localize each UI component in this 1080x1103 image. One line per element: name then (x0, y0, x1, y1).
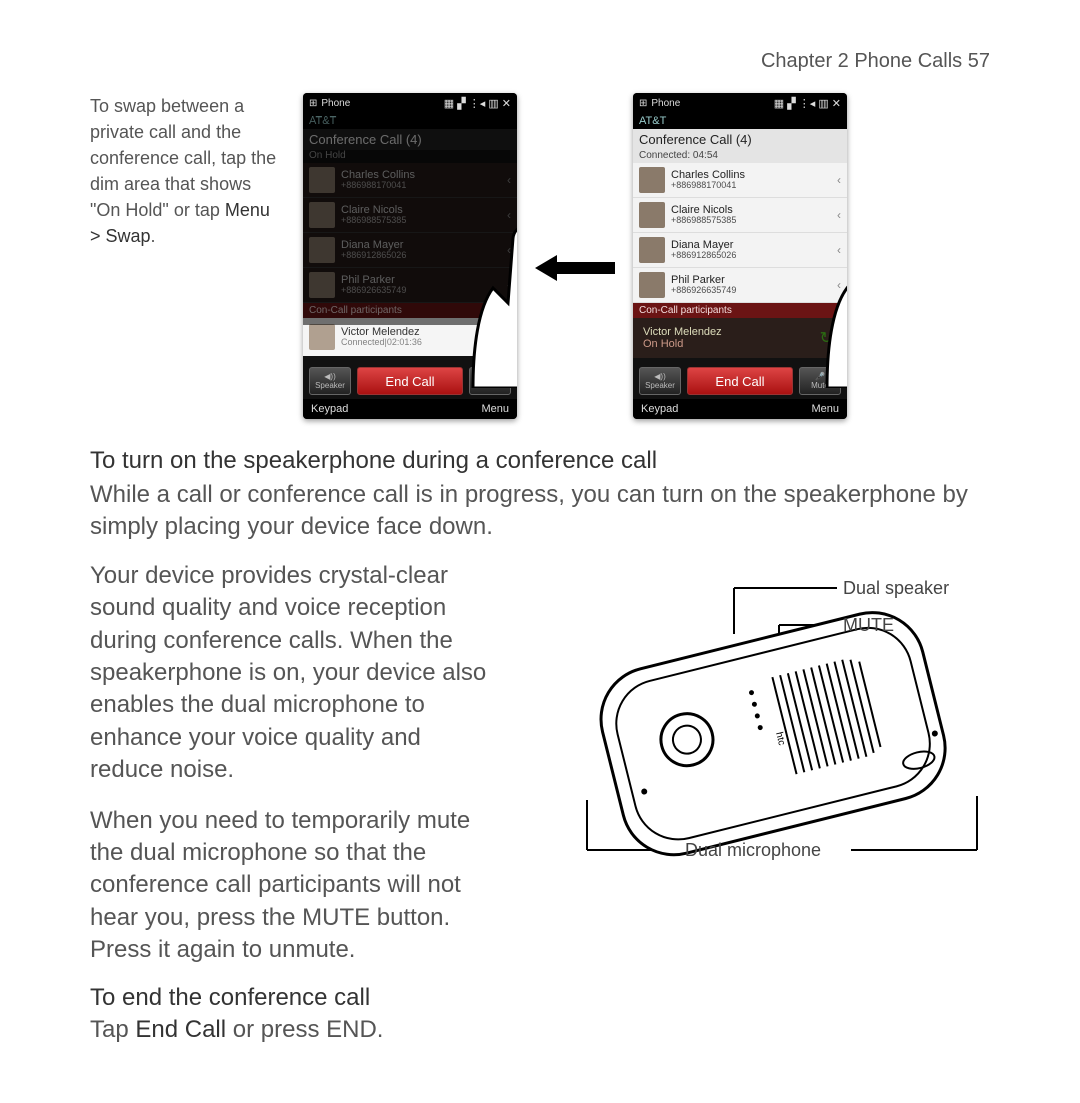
softkey-menu[interactable]: Menu (811, 403, 839, 415)
carrier-label: AT&T (633, 113, 847, 129)
pointing-hand-icon (463, 208, 517, 388)
avatar (309, 202, 335, 228)
participant-name: Charles Collins (341, 169, 501, 181)
hold-name: Victor Melendez (643, 326, 837, 338)
avatar (639, 272, 665, 298)
conference-title: Conference Call (4) (303, 129, 517, 150)
section-bar: Con-Call participants (303, 303, 517, 318)
participant-name: Diana Mayer (341, 239, 501, 251)
paragraph-crystal: Your device provides crystal-clear sound… (90, 560, 500, 787)
chevron-icon: ‹ (837, 278, 841, 292)
avatar (639, 237, 665, 263)
onhold-row: Victor Melendez On Hold ↻ (633, 318, 847, 358)
speaker-button[interactable]: ◀))Speaker (639, 367, 681, 395)
label-dual-mic: Dual microphone (685, 840, 821, 861)
chevron-icon: ‹ (837, 173, 841, 187)
active-call-row: Victor MelendezConnected|02:01:36 ↻ (303, 318, 517, 356)
device-back-diagram: htc Dual speaker MUTE Dual microphone (547, 560, 987, 900)
participant-name: Claire Nicols (341, 204, 501, 216)
paragraph-mute: When you need to temporarily mute the du… (90, 805, 500, 967)
participant-number: +886912865026 (671, 251, 831, 261)
speaker-button[interactable]: ◀))Speaker (309, 367, 351, 395)
participant-number: +886912865026 (341, 251, 501, 261)
end-call-text-1: Tap (90, 1016, 135, 1043)
avatar (309, 167, 335, 193)
heading-speakerphone: To turn on the speakerphone during a con… (90, 447, 990, 475)
end-call-button[interactable]: End Call (687, 367, 793, 395)
label-dual-speaker: Dual speaker (843, 578, 949, 599)
avatar (309, 237, 335, 263)
page-header: Chapter 2 Phone Calls 57 (90, 50, 990, 73)
swap-call-icon: ↻ (494, 327, 507, 347)
softkey-keypad[interactable]: Keypad (641, 403, 678, 415)
mute-button[interactable]: 🎤Mute (469, 367, 511, 395)
conference-status: On Hold (303, 150, 517, 163)
end-call-button[interactable]: End Call (357, 367, 463, 395)
avatar (639, 167, 665, 193)
end-call-bold: End Call (135, 1016, 226, 1043)
avatar (309, 272, 335, 298)
mute-button[interactable]: 🎤Mute (799, 367, 841, 395)
heading-end-call: To end the conference call (90, 984, 990, 1012)
chevron-icon: ‹ (507, 173, 511, 187)
window-flag-icon: ⊞ (309, 98, 317, 109)
participant-number: +886926635749 (671, 286, 831, 296)
phone-screenshot-onhold: ⊞ Phone ▦ ▞ ⋮◂ ▥ ✕ AT&T Conference Call (… (303, 93, 517, 419)
window-flag-icon: ⊞ (639, 98, 647, 109)
chevron-icon: ‹ (507, 243, 511, 257)
phone-screenshot-connected: ⊞ Phone ▦ ▞ ⋮◂ ▥ ✕ AT&T Conference Call (… (633, 93, 847, 419)
softkey-keypad[interactable]: Keypad (311, 403, 348, 415)
status-icons: ▦ ▞ ⋮◂ ▥ ✕ (774, 97, 841, 110)
chevron-icon: ‹ (507, 278, 511, 292)
conference-status: Connected: 04:54 (633, 150, 847, 163)
carrier-label: AT&T (303, 113, 517, 129)
softkey-menu[interactable]: Menu (481, 403, 509, 415)
paragraph-end-call: Tap End Call or press END. (90, 1014, 990, 1046)
avatar (309, 324, 335, 350)
conference-title: Conference Call (4) (633, 129, 847, 150)
participant-name: Phil Parker (341, 274, 501, 286)
chevron-icon: ‹ (837, 208, 841, 222)
participant-number: +886988575385 (671, 216, 831, 226)
participant-number: +886988575385 (341, 216, 501, 226)
swap-instruction: To swap between a private call and the c… (90, 93, 285, 250)
section-bar: Con-Call participants (633, 303, 847, 318)
paragraph-speakerphone: While a call or conference call is in pr… (90, 479, 990, 544)
label-mute: MUTE (843, 615, 894, 636)
avatar (639, 202, 665, 228)
arrow-left-icon (535, 255, 615, 257)
end-call-text-2: or press END. (226, 1016, 383, 1043)
swap-call-icon: ↻ (820, 328, 833, 348)
hold-sub: On Hold (643, 338, 837, 350)
participant-number: +886926635749 (341, 286, 501, 296)
chevron-icon: ‹ (507, 208, 511, 222)
phone-title: Phone (321, 98, 350, 109)
participant-number: +886988170041 (671, 181, 831, 191)
active-call-sub: Connected|02:01:36 (341, 338, 511, 348)
chevron-icon: ‹ (837, 243, 841, 257)
phone-title: Phone (651, 98, 680, 109)
participant-number: +886988170041 (341, 181, 501, 191)
status-icons: ▦ ▞ ⋮◂ ▥ ✕ (444, 97, 511, 110)
